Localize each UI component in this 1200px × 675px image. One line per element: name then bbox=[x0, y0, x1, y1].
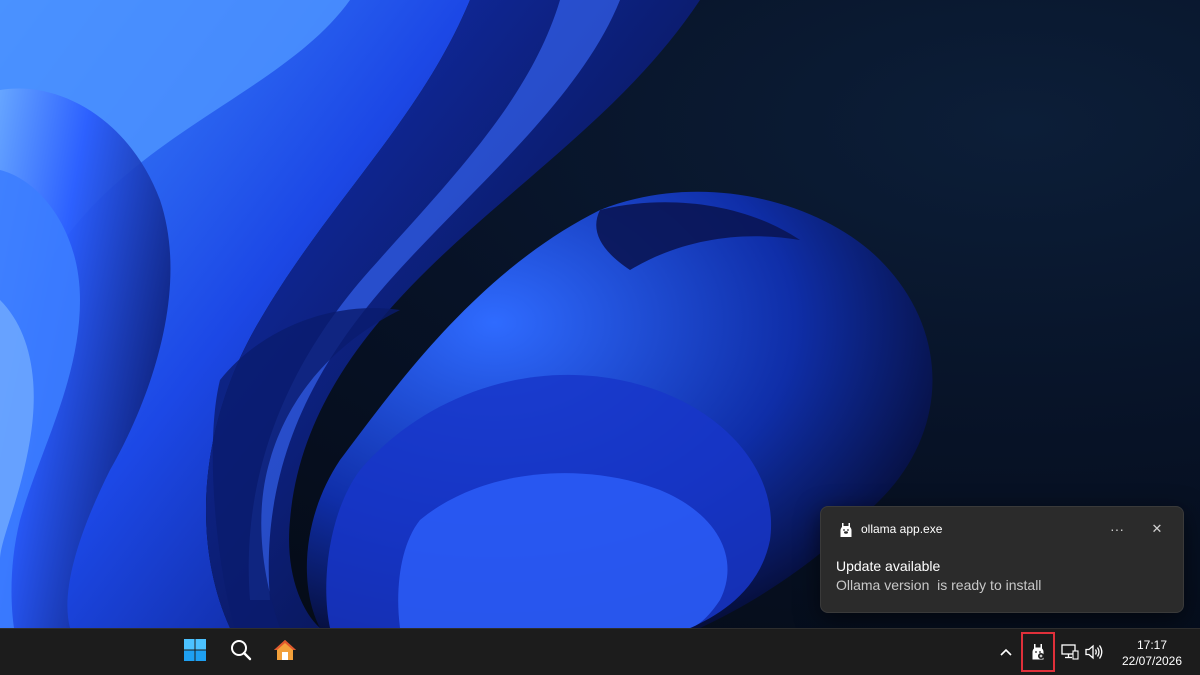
chevron-up-icon bbox=[1000, 648, 1012, 656]
taskbar-clock[interactable]: 17:17 22/07/2026 bbox=[1112, 637, 1192, 669]
clock-date: 22/07/2026 bbox=[1121, 654, 1183, 668]
home-button[interactable] bbox=[266, 633, 304, 671]
search-button[interactable] bbox=[222, 633, 260, 671]
notification-more-button[interactable]: ··· bbox=[1103, 517, 1131, 541]
home-icon bbox=[272, 638, 298, 667]
volume-icon[interactable] bbox=[1080, 637, 1108, 667]
search-icon bbox=[229, 638, 253, 667]
desktop-screen: ollama app.exe ··· ✕ Update available Ol… bbox=[0, 0, 1200, 675]
notification-close-button[interactable]: ✕ bbox=[1143, 517, 1171, 541]
tray-overflow-chevron[interactable] bbox=[992, 637, 1020, 667]
clock-time: 17:17 bbox=[1136, 638, 1168, 652]
notification-title: Update available bbox=[836, 558, 941, 574]
windows-logo-icon bbox=[183, 638, 207, 667]
notification-body: Ollama version is ready to install bbox=[836, 577, 1042, 593]
ollama-llama-icon bbox=[839, 522, 853, 538]
start-button[interactable] bbox=[176, 633, 214, 671]
notification-app-name: ollama app.exe bbox=[861, 522, 943, 536]
notification-toast[interactable]: ollama app.exe ··· ✕ Update available Ol… bbox=[820, 506, 1184, 613]
tray-highlight-box bbox=[1021, 632, 1055, 672]
taskbar: 17:17 22/07/2026 bbox=[0, 628, 1200, 675]
